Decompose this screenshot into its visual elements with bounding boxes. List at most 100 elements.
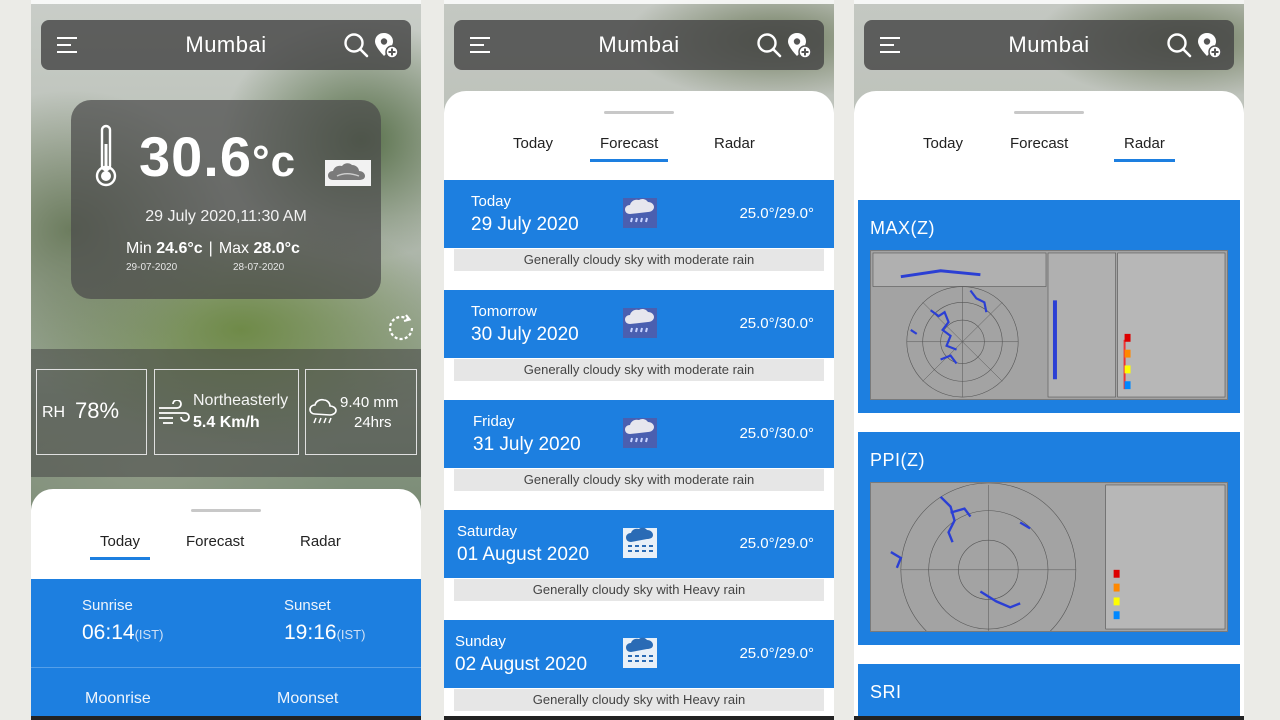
forecast-date: 30 July 2020 bbox=[471, 324, 579, 345]
humidity-value: 78% bbox=[75, 398, 120, 423]
sunrise-label: Sunrise bbox=[82, 597, 133, 614]
add-location-icon[interactable] bbox=[786, 32, 812, 60]
sunset-label: Sunset bbox=[284, 597, 331, 614]
phone-today-screen: Mumbai 30.6°c 29 July 2020,11:30 AM Min … bbox=[31, 0, 421, 720]
min-temperature-date: 29-07-2020 bbox=[126, 262, 178, 273]
wind-box: Northeasterly 5.4 Km/h bbox=[154, 369, 299, 455]
rain-cloud-icon bbox=[623, 308, 657, 338]
forecast-date: 01 August 2020 bbox=[457, 544, 590, 565]
sunrise-time: 06:14(IST) bbox=[82, 621, 164, 644]
forecast-temperature-range: 25.0°/30.0° bbox=[739, 425, 814, 442]
status-strip bbox=[31, 0, 421, 4]
wind-speed: 5.4 Km/h bbox=[193, 414, 260, 431]
rainfall-amount: 9.40 mm bbox=[340, 394, 399, 411]
max-temperature-date: 28-07-2020 bbox=[233, 262, 285, 273]
radar-image[interactable] bbox=[870, 482, 1228, 632]
tab-forecast[interactable]: Forecast bbox=[186, 533, 244, 550]
nav-bar bbox=[444, 716, 834, 720]
rain-cloud-icon bbox=[623, 418, 657, 448]
tab-radar[interactable]: Radar bbox=[300, 533, 341, 550]
wind-icon bbox=[159, 400, 190, 424]
sheet-handle[interactable] bbox=[604, 111, 674, 114]
radar-card-max-z[interactable]: MAX(Z) bbox=[858, 200, 1240, 413]
refresh-icon[interactable] bbox=[385, 312, 417, 344]
min-max-temperature: Min 24.6°c | Max 28.0°c bbox=[126, 240, 300, 257]
nav-bar bbox=[854, 716, 1244, 720]
forecast-date: 31 July 2020 bbox=[473, 434, 581, 455]
rainfall-box: 9.40 mm 24hrs bbox=[305, 369, 417, 455]
tab-today[interactable]: Today bbox=[513, 135, 553, 152]
moonset-label: Moonset bbox=[277, 690, 339, 707]
forecast-day: Sunday bbox=[455, 633, 506, 650]
sunset-time: 19:16(IST) bbox=[284, 621, 366, 644]
tab-today[interactable]: Today bbox=[89, 533, 151, 560]
forecast-temperature-range: 25.0°/29.0° bbox=[739, 205, 814, 222]
radar-card-ppi-z[interactable]: PPI(Z) bbox=[858, 432, 1240, 645]
heavy-rain-cloud-icon bbox=[623, 637, 657, 668]
observation-datetime: 29 July 2020,11:30 AM bbox=[145, 208, 307, 225]
rainfall-period: 24hrs bbox=[354, 414, 392, 431]
phone-radar-screen: Mumbai Today Forecast Radar MAX(Z) PPI(Z… bbox=[854, 0, 1244, 720]
tab-bar: Today Forecast Radar bbox=[31, 533, 421, 567]
forecast-day: Today bbox=[471, 193, 512, 210]
radar-title: PPI(Z) bbox=[870, 450, 925, 470]
cloud-icon bbox=[325, 160, 371, 186]
sheet-handle[interactable] bbox=[1014, 111, 1084, 114]
status-strip bbox=[444, 0, 834, 4]
forecast-card[interactable]: Sunday 02 August 2020 25.0°/29.0° bbox=[444, 620, 834, 688]
bottom-sheet: Today Forecast Radar Sunrise 06:14(IST) … bbox=[31, 489, 421, 720]
forecast-description: Generally cloudy sky with moderate rain bbox=[454, 359, 824, 381]
radar-card-sri[interactable]: SRI bbox=[858, 664, 1240, 720]
search-icon[interactable] bbox=[1166, 32, 1192, 58]
radar-image[interactable] bbox=[870, 250, 1228, 400]
tab-radar[interactable]: Radar bbox=[714, 135, 755, 152]
panel-divider bbox=[31, 667, 421, 668]
tab-today[interactable]: Today bbox=[923, 135, 963, 152]
app-bar: Mumbai bbox=[454, 20, 824, 70]
forecast-description: Generally cloudy sky with Heavy rain bbox=[454, 579, 824, 601]
search-icon[interactable] bbox=[343, 32, 369, 58]
tab-bar: Today Forecast Radar bbox=[444, 135, 834, 169]
forecast-card[interactable]: Today 29 July 2020 25.0°/29.0° bbox=[444, 180, 834, 248]
forecast-temperature-range: 25.0°/29.0° bbox=[739, 535, 814, 552]
forecast-description: Generally cloudy sky with moderate rain bbox=[454, 469, 824, 491]
weather-stats-band: RH 78% Northeasterly 5.4 Km/h 9.40 mm 24… bbox=[31, 349, 421, 477]
thermometer-icon bbox=[95, 124, 117, 187]
app-bar: Mumbai bbox=[864, 20, 1234, 70]
forecast-description: Generally cloudy sky with moderate rain bbox=[454, 249, 824, 271]
moonrise-label: Moonrise bbox=[85, 690, 151, 707]
sun-moon-panel: Sunrise 06:14(IST) Sunset 19:16(IST) Moo… bbox=[31, 579, 421, 720]
nav-bar bbox=[31, 716, 421, 720]
rain-cloud-icon bbox=[623, 198, 657, 228]
wind-direction: Northeasterly bbox=[193, 392, 289, 409]
forecast-day: Saturday bbox=[457, 523, 518, 540]
forecast-temperature-range: 25.0°/30.0° bbox=[739, 315, 814, 332]
tab-bar: Today Forecast Radar bbox=[854, 135, 1244, 169]
forecast-date: 02 August 2020 bbox=[455, 654, 588, 675]
tab-forecast[interactable]: Forecast bbox=[1010, 135, 1068, 152]
forecast-card[interactable]: Saturday 01 August 2020 25.0°/29.0° bbox=[444, 510, 834, 578]
forecast-card[interactable]: Friday 31 July 2020 25.0°/30.0° bbox=[444, 400, 834, 468]
radar-title: MAX(Z) bbox=[870, 218, 935, 238]
forecast-day: Friday bbox=[473, 413, 515, 430]
forecast-date: 29 July 2020 bbox=[471, 214, 579, 235]
forecast-card[interactable]: Tomorrow 30 July 2020 25.0°/30.0° bbox=[444, 290, 834, 358]
rain-cloud-icon bbox=[309, 398, 337, 424]
sheet-handle[interactable] bbox=[191, 509, 261, 512]
phone-forecast-screen: Mumbai Today Forecast Radar Today 29 July… bbox=[444, 0, 834, 720]
forecast-day: Tomorrow bbox=[471, 303, 537, 320]
heavy-rain-cloud-icon bbox=[623, 527, 657, 558]
app-bar: Mumbai bbox=[41, 20, 411, 70]
forecast-temperature-range: 25.0°/29.0° bbox=[739, 645, 814, 662]
search-icon[interactable] bbox=[756, 32, 782, 58]
current-temperature: 30.6°c bbox=[139, 125, 297, 188]
humidity-box: RH 78% bbox=[36, 369, 147, 455]
tab-radar[interactable]: Radar bbox=[1114, 135, 1175, 162]
humidity-label: RH bbox=[42, 404, 66, 421]
status-strip bbox=[854, 0, 1244, 4]
current-weather-card: 30.6°c 29 July 2020,11:30 AM Min 24.6°c |… bbox=[71, 100, 381, 299]
tab-forecast[interactable]: Forecast bbox=[589, 135, 669, 162]
add-location-icon[interactable] bbox=[1196, 32, 1222, 60]
radar-title: SRI bbox=[870, 682, 902, 702]
add-location-icon[interactable] bbox=[373, 32, 399, 60]
